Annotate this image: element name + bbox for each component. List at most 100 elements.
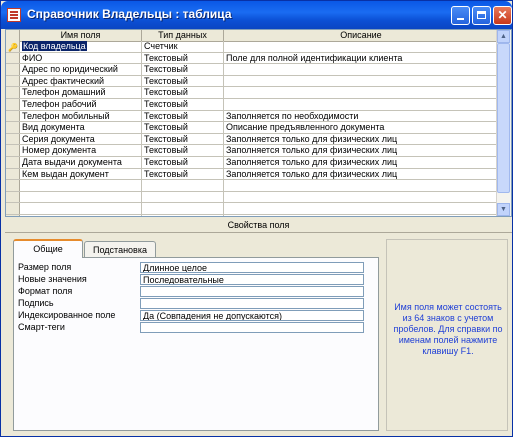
data-type-cell[interactable]: Текстовый — [142, 110, 224, 122]
data-type-cell[interactable] — [142, 180, 224, 191]
table-row[interactable]: Адрес по юридический Текстовый — [6, 64, 499, 76]
field-name-cell[interactable]: Серия документа — [20, 133, 142, 145]
row-selector[interactable] — [6, 98, 20, 110]
row-selector[interactable] — [6, 75, 20, 87]
data-type-cell[interactable]: Текстовый — [142, 87, 224, 98]
data-type-cell[interactable]: Текстовый — [142, 156, 224, 168]
row-selector[interactable] — [6, 145, 20, 156]
table-row[interactable]: Вид документа Текстовый Описание предъявле… — [6, 122, 499, 134]
table-row[interactable]: Кем выдан документ Текстовый Заполняется т… — [6, 168, 499, 181]
data-type-cell[interactable]: Счетчик — [142, 41, 224, 52]
table-row[interactable] — [6, 214, 499, 216]
field-name-cell[interactable]: Кем выдан документ — [20, 168, 142, 180]
description-cell[interactable]: Поле для полной идентификации клиента — [224, 52, 499, 64]
table-row[interactable]: ФИО Текстовый Поле для полной идентификаци… — [6, 52, 499, 65]
row-selector[interactable] — [6, 214, 20, 216]
description-cell[interactable] — [224, 203, 499, 214]
field-name-cell[interactable] — [20, 203, 142, 214]
field-name-cell[interactable]: Телефон мобильный — [20, 110, 142, 122]
field-name-cell[interactable]: Адрес фактический — [20, 75, 142, 87]
row-selector[interactable] — [6, 122, 20, 133]
row-selector[interactable] — [6, 110, 20, 122]
column-header-field-name[interactable]: Имя поля — [20, 30, 142, 41]
description-cell[interactable] — [224, 75, 499, 87]
row-selector[interactable] — [6, 191, 20, 203]
row-selector[interactable] — [6, 168, 20, 180]
field-name-cell[interactable]: Телефон домашний — [20, 87, 142, 98]
field-name-cell[interactable]: Дата выдачи документа — [20, 156, 142, 168]
table-row[interactable]: Телефон домашний Текстовый — [6, 87, 499, 99]
tab-lookup[interactable]: Подстановка — [84, 241, 156, 257]
row-selector[interactable] — [6, 203, 20, 214]
scroll-up-arrow-icon[interactable]: ▲ — [497, 30, 510, 43]
data-type-cell[interactable]: Текстовый — [142, 64, 224, 75]
data-type-cell[interactable] — [142, 214, 224, 216]
title-bar[interactable]: Справочник Владельцы : таблица ✕ — [1, 1, 512, 29]
row-selector[interactable] — [6, 133, 20, 145]
field-name-cell[interactable]: ФИО — [20, 52, 142, 64]
close-button[interactable]: ✕ — [493, 6, 512, 25]
description-cell[interactable]: Заполняется только для физических лиц — [224, 133, 499, 145]
tab-general[interactable]: Общие — [13, 239, 83, 258]
data-type-cell[interactable]: Текстовый — [142, 98, 224, 110]
description-cell[interactable] — [224, 98, 499, 110]
description-cell[interactable]: Заполняется по необходимости — [224, 110, 499, 122]
property-value-field[interactable] — [140, 286, 364, 297]
data-type-cell[interactable]: Текстовый — [142, 52, 224, 64]
field-name-cell[interactable]: Адрес по юридический — [20, 64, 142, 75]
table-row[interactable] — [6, 180, 499, 192]
data-type-cell[interactable]: Текстовый — [142, 145, 224, 156]
description-cell[interactable] — [224, 64, 499, 75]
table-row[interactable]: Серия документа Текстовый Заполняется толь… — [6, 133, 499, 146]
field-name-cell[interactable]: Вид документа — [20, 122, 142, 133]
row-selector[interactable] — [6, 87, 20, 98]
property-value-field[interactable] — [140, 298, 364, 309]
property-value-field[interactable]: Последовательные — [140, 274, 364, 285]
description-cell[interactable]: Заполняется только для физических лиц — [224, 168, 499, 180]
row-selector[interactable] — [6, 180, 20, 191]
field-name-cell[interactable] — [20, 180, 142, 191]
field-name-cell[interactable]: Код владельца — [20, 41, 142, 52]
minimize-button[interactable] — [451, 6, 470, 25]
description-cell[interactable]: Заполняется только для физических лиц — [224, 145, 499, 156]
table-row[interactable]: Телефон мобильный Текстовый Заполняется по… — [6, 110, 499, 123]
table-row[interactable]: 🔑 Код владельца Счетчик — [6, 41, 499, 53]
maximize-button[interactable] — [472, 6, 491, 25]
row-selector[interactable] — [6, 156, 20, 168]
minimize-icon — [457, 18, 464, 20]
scroll-down-arrow-icon[interactable]: ▼ — [497, 203, 510, 216]
description-cell[interactable] — [224, 41, 499, 52]
data-type-cell[interactable]: Текстовый — [142, 122, 224, 133]
data-type-cell[interactable] — [142, 203, 224, 214]
field-name-cell[interactable]: Телефон рабочий — [20, 98, 142, 110]
table-row[interactable]: Телефон рабочий Текстовый — [6, 98, 499, 111]
field-name-cell[interactable]: Номер документа — [20, 145, 142, 156]
property-value-field[interactable]: Да (Совпадения не допускаются) — [140, 310, 364, 321]
data-type-cell[interactable]: Текстовый — [142, 75, 224, 87]
table-row[interactable]: Номер документа Текстовый Заполняется толь… — [6, 145, 499, 157]
table-row[interactable] — [6, 191, 499, 204]
data-type-cell[interactable] — [142, 191, 224, 203]
column-header-description[interactable]: Описание — [224, 30, 499, 41]
data-type-cell[interactable]: Текстовый — [142, 168, 224, 180]
scroll-thumb[interactable] — [497, 43, 510, 193]
description-cell[interactable]: Описание предъявленного документа — [224, 122, 499, 133]
row-selector[interactable] — [6, 64, 20, 75]
data-type-cell[interactable]: Текстовый — [142, 133, 224, 145]
property-value-field[interactable]: Длинное целое — [140, 262, 364, 273]
column-header-data-type[interactable]: Тип данных — [142, 30, 224, 41]
row-selector[interactable]: 🔑 — [6, 41, 20, 52]
description-cell[interactable]: Заполняется только для физических лиц — [224, 156, 499, 168]
description-cell[interactable] — [224, 87, 499, 98]
table-row[interactable]: Адрес фактический Текстовый — [6, 75, 499, 88]
vertical-scrollbar[interactable]: ▲ ▼ — [496, 30, 511, 216]
description-cell[interactable] — [224, 214, 499, 216]
field-name-cell[interactable] — [20, 214, 142, 216]
property-value-field[interactable] — [140, 322, 364, 333]
description-cell[interactable] — [224, 191, 499, 203]
table-row[interactable] — [6, 203, 499, 215]
table-row[interactable]: Дата выдачи документа Текстовый Заполняетс… — [6, 156, 499, 169]
field-name-cell[interactable] — [20, 191, 142, 203]
row-selector[interactable] — [6, 52, 20, 64]
description-cell[interactable] — [224, 180, 499, 191]
